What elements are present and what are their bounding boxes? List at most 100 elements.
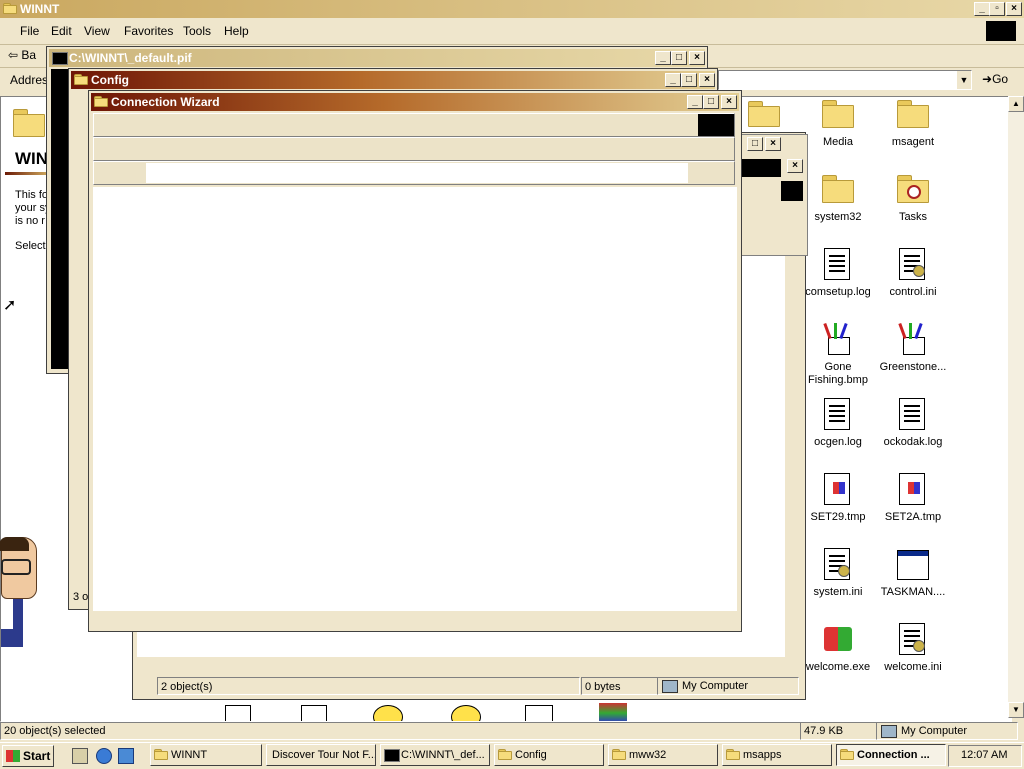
go-button[interactable]: ➜Go	[982, 72, 1008, 86]
desktop-item[interactable]: Media	[802, 98, 874, 168]
desktop-item[interactable]: system.ini	[802, 548, 874, 618]
folder-icon	[94, 96, 108, 107]
desktop-item[interactable]: SET29.tmp	[802, 473, 874, 543]
config-window-title: Config	[91, 73, 129, 87]
taskbar-button[interactable]: msapps	[722, 744, 832, 766]
maximize-button[interactable]: □	[747, 137, 763, 151]
desktop-item-label: Media	[823, 136, 853, 148]
desktop-item[interactable]: system32	[802, 173, 874, 243]
help-icon	[451, 705, 481, 721]
show-desktop-icon[interactable]	[72, 748, 88, 764]
desktop-item[interactable]: ocgen.log	[802, 398, 874, 468]
desktop-item[interactable]: SET2A.tmp	[877, 473, 949, 543]
wizard-address-input[interactable]	[146, 163, 688, 183]
webview-text-3: is no r	[15, 215, 45, 227]
start-button[interactable]: Start	[2, 745, 54, 767]
address-input[interactable]: ▼	[718, 70, 972, 90]
back-window-status-bar: 2 object(s) 0 bytes My Computer	[157, 677, 805, 695]
maximize-button[interactable]: □	[681, 73, 697, 87]
hidden-window-fragment: □ × ×	[740, 134, 808, 256]
internet-explorer-icon[interactable]	[96, 748, 112, 764]
menu-help[interactable]: Help	[224, 24, 249, 38]
mouse-cursor-icon: ➚	[3, 297, 17, 314]
status-size: 47.9 KB	[800, 722, 877, 740]
desktop-item-label: welcome.exe	[805, 661, 871, 673]
taskbar-button-label: mww32	[629, 749, 667, 761]
main-scrollbar[interactable]: ▲ ▼	[1008, 96, 1024, 718]
desktop-item[interactable]: welcome.exe	[802, 623, 874, 693]
minimize-button[interactable]: _	[655, 51, 671, 65]
taskbar-button[interactable]: Discover Tour Not F...	[266, 744, 376, 766]
webview-select: Select	[15, 240, 46, 252]
maximize-button[interactable]: □	[671, 51, 687, 65]
status-objects: 2 object(s)	[157, 677, 580, 695]
desktop-item[interactable]: comsetup.log	[802, 248, 874, 318]
menu-file[interactable]: File	[20, 24, 39, 38]
wizard-titlebar[interactable]: Connection Wizard _ □ ×	[91, 93, 739, 111]
windows-logo-icon	[986, 21, 1016, 41]
taskbar-button[interactable]: C:\WINNT\_def...	[380, 744, 490, 766]
menu-tools[interactable]: Tools	[183, 24, 211, 38]
windows-file-icon	[899, 473, 925, 505]
close-button[interactable]: ×	[689, 51, 705, 65]
desktop-item-label: ocgen.log	[814, 436, 862, 448]
config-titlebar[interactable]: Config _ □ ×	[71, 71, 715, 89]
desktop-icons: Media msagent system32 Tasks comsetup.log con…	[802, 98, 952, 698]
minimize-button[interactable]: _	[687, 95, 703, 109]
wizard-toolbar-band	[93, 137, 735, 161]
minimize-button[interactable]: _	[974, 2, 990, 16]
wizard-content	[93, 187, 737, 611]
status-selected: 20 object(s) selected	[0, 722, 801, 740]
desktop-item[interactable]: TASKMAN....	[877, 548, 949, 618]
edit-document-icon	[525, 705, 553, 721]
scroll-down-button[interactable]: ▼	[1008, 702, 1024, 718]
dropdown-arrow-icon[interactable]: ▼	[957, 71, 971, 89]
close-button[interactable]: ×	[787, 159, 803, 173]
folder-icon	[748, 101, 780, 127]
minimize-button[interactable]: _	[665, 73, 681, 87]
text-document-icon	[225, 705, 251, 721]
app-window-icon	[897, 550, 929, 580]
menu-view[interactable]: View	[84, 24, 110, 38]
desktop-item[interactable]: control.ini	[877, 248, 949, 318]
msdos-icon	[52, 52, 68, 65]
settings-document-icon	[824, 548, 850, 580]
pif-titlebar[interactable]: C:\WINNT\_default.pif _ □ ×	[49, 49, 705, 67]
folder-icon	[13, 109, 45, 137]
taskbar-button[interactable]: Config	[494, 744, 604, 766]
menu-favorites[interactable]: Favorites	[124, 24, 173, 38]
taskbar-button[interactable]: mww32	[608, 744, 718, 766]
scroll-up-button[interactable]: ▲	[1008, 96, 1024, 112]
close-button[interactable]: ×	[765, 137, 781, 151]
desktop-item[interactable]: Greenstone...	[877, 322, 949, 393]
taskbar-button[interactable]: Connection ...	[836, 744, 946, 766]
desktop-item-label: system.ini	[813, 586, 863, 598]
back-button[interactable]: ⇦ Ba	[8, 48, 36, 62]
status-zone: My Computer	[876, 722, 1018, 740]
desktop-item-label: SET2A.tmp	[884, 511, 942, 523]
main-status-bar: 20 object(s) selected 47.9 KB My Compute…	[0, 720, 1024, 742]
desktop-item[interactable]: Tasks	[877, 173, 949, 243]
desktop-item[interactable]: welcome.ini	[877, 623, 949, 693]
menu-edit[interactable]: Edit	[51, 24, 72, 38]
close-button[interactable]: ×	[1006, 2, 1022, 16]
close-button[interactable]: ×	[699, 73, 715, 87]
desktop-item[interactable]: Gone Fishing.bmp	[802, 322, 874, 393]
taskbar-button[interactable]: WINNT	[150, 744, 262, 766]
desktop-item-label: system32	[814, 211, 862, 223]
close-button[interactable]: ×	[721, 95, 737, 109]
desktop-item[interactable]: ockodak.log	[877, 398, 949, 468]
folder-icon	[726, 749, 740, 760]
main-titlebar[interactable]: WINNT _ ▫ ×	[0, 0, 1024, 18]
msdos-icon	[384, 749, 400, 762]
folder-icon	[897, 100, 929, 128]
address-label: Addres	[10, 73, 49, 87]
restore-button[interactable]: ▫	[989, 2, 1005, 16]
desktop-item[interactable]: msagent	[877, 98, 949, 168]
my-computer-icon	[662, 680, 678, 693]
paint-icon	[599, 703, 627, 721]
maximize-button[interactable]: □	[703, 95, 719, 109]
clock[interactable]: 12:07 AM	[961, 749, 1007, 761]
windows-file-icon	[824, 473, 850, 505]
outlook-express-icon[interactable]	[118, 748, 134, 764]
